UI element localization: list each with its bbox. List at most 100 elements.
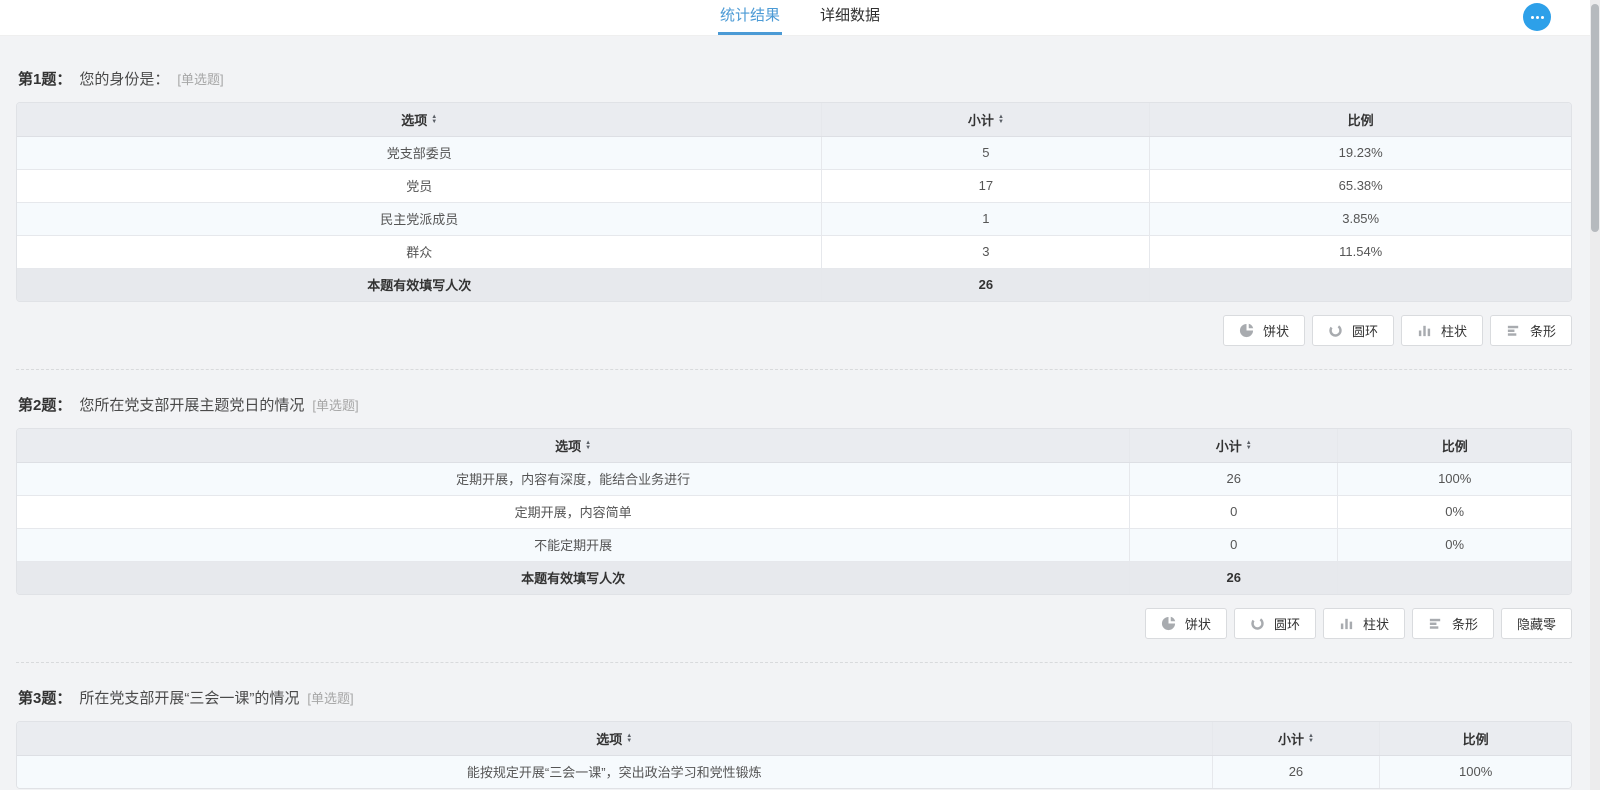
ring-chart-button[interactable]: 圆环 bbox=[1234, 608, 1316, 639]
more-ellipsis-icon bbox=[1531, 16, 1534, 19]
question-text: 所在党支部开展“三会一课”的情况 bbox=[79, 690, 299, 707]
hbar-chart-button[interactable]: 条形 bbox=[1412, 608, 1494, 639]
ring-icon bbox=[1250, 616, 1265, 631]
column-header-option[interactable]: 选项▲▼ bbox=[17, 103, 822, 136]
ring-chart-button[interactable]: 圆环 bbox=[1312, 315, 1394, 346]
subtotal-cell: 3 bbox=[822, 235, 1150, 268]
ratio-cell: 100% bbox=[1338, 462, 1571, 495]
chart-type-buttons: 饼状 圆环 柱状 条形 bbox=[16, 315, 1572, 346]
column-icon bbox=[1339, 616, 1354, 631]
column-chart-button[interactable]: 柱状 bbox=[1323, 608, 1405, 639]
question-text: 您的身份是： bbox=[79, 71, 169, 88]
total-label: 本题有效填写人次 bbox=[17, 268, 822, 301]
question-type-tag: [单选题] bbox=[177, 72, 223, 87]
question-title: 第3题： 所在党支部开展“三会一课”的情况 [单选题] bbox=[16, 687, 1572, 708]
question-type-tag: [单选题] bbox=[307, 691, 353, 706]
hide-zero-button[interactable]: 隐藏零 bbox=[1501, 608, 1572, 639]
option-cell: 党支部委员 bbox=[17, 136, 822, 169]
hbar-icon bbox=[1506, 323, 1521, 338]
scrollbar-thumb[interactable] bbox=[1591, 4, 1599, 232]
table-header-row: 选项▲▼ 小计▲▼ 比例 bbox=[17, 722, 1571, 755]
subtotal-cell: 1 bbox=[822, 202, 1150, 235]
ratio-cell: 19.23% bbox=[1150, 136, 1571, 169]
hbar-chart-button[interactable]: 条形 bbox=[1490, 315, 1572, 346]
sort-icon[interactable]: ▲▼ bbox=[626, 734, 632, 744]
option-cell: 定期开展，内容简单 bbox=[17, 495, 1130, 528]
pie-chart-button[interactable]: 饼状 bbox=[1145, 608, 1227, 639]
subtotal-cell: 0 bbox=[1130, 528, 1338, 561]
question-block-3: 第3题： 所在党支部开展“三会一课”的情况 [单选题] 选项▲▼ 小计▲▼ 比例 能… bbox=[16, 663, 1572, 789]
column-icon bbox=[1417, 323, 1432, 338]
table-row: 群众 3 11.54% bbox=[17, 235, 1571, 268]
ratio-cell: 3.85% bbox=[1150, 202, 1571, 235]
tab-statistics[interactable]: 统计结果 bbox=[718, 0, 782, 35]
table-row: 能按规定开展“三会一课”，突出政治学习和党性锻炼 26 100% bbox=[17, 755, 1571, 788]
ratio-cell: 100% bbox=[1380, 755, 1571, 788]
question-title: 第1题： 您的身份是： [单选题] bbox=[16, 68, 1572, 89]
chart-type-buttons: 饼状 圆环 柱状 条形 隐藏零 bbox=[16, 608, 1572, 639]
column-header-subtotal[interactable]: 小计▲▼ bbox=[1212, 722, 1380, 755]
column-header-ratio: 比例 bbox=[1150, 103, 1571, 136]
table-row: 党员 17 65.38% bbox=[17, 169, 1571, 202]
tab-detailed-data[interactable]: 详细数据 bbox=[818, 0, 882, 35]
question-number: 第2题： bbox=[18, 397, 71, 414]
option-cell: 能按规定开展“三会一课”，突出政治学习和党性锻炼 bbox=[17, 755, 1212, 788]
question-block-1: 第1题： 您的身份是： [单选题] 选项▲▼ 小计▲▼ 比例 党支部委员 5 19.… bbox=[16, 36, 1572, 370]
sort-icon[interactable]: ▲▼ bbox=[1308, 734, 1314, 744]
subtotal-cell: 26 bbox=[1212, 755, 1380, 788]
tab-bar: 统计结果 详细数据 bbox=[0, 0, 1600, 36]
option-cell: 不能定期开展 bbox=[17, 528, 1130, 561]
option-cell: 民主党派成员 bbox=[17, 202, 822, 235]
subtotal-cell: 0 bbox=[1130, 495, 1338, 528]
option-cell: 定期开展，内容有深度，能结合业务进行 bbox=[17, 462, 1130, 495]
results-content: 第1题： 您的身份是： [单选题] 选项▲▼ 小计▲▼ 比例 党支部委员 5 19.… bbox=[0, 36, 1600, 789]
subtotal-cell: 17 bbox=[822, 169, 1150, 202]
table-row: 民主党派成员 1 3.85% bbox=[17, 202, 1571, 235]
total-value: 26 bbox=[822, 268, 1150, 301]
question-block-2: 第2题： 您所在党支部开展主题党日的情况 [单选题] 选项▲▼ 小计▲▼ 比例 定期… bbox=[16, 370, 1572, 663]
ratio-cell: 65.38% bbox=[1150, 169, 1571, 202]
column-header-option[interactable]: 选项▲▼ bbox=[17, 429, 1130, 462]
question-text: 您所在党支部开展主题党日的情况 bbox=[79, 397, 304, 414]
table-row: 定期开展，内容有深度，能结合业务进行 26 100% bbox=[17, 462, 1571, 495]
question-title: 第2题： 您所在党支部开展主题党日的情况 [单选题] bbox=[16, 394, 1572, 415]
subtotal-cell: 5 bbox=[822, 136, 1150, 169]
column-header-subtotal[interactable]: 小计▲▼ bbox=[1130, 429, 1338, 462]
total-value: 26 bbox=[1130, 561, 1338, 594]
sort-icon[interactable]: ▲▼ bbox=[585, 441, 591, 451]
column-header-subtotal[interactable]: 小计▲▼ bbox=[822, 103, 1150, 136]
table-row: 党支部委员 5 19.23% bbox=[17, 136, 1571, 169]
scrollbar-track bbox=[1590, 0, 1600, 790]
total-label: 本题有效填写人次 bbox=[17, 561, 1130, 594]
table-row: 不能定期开展 0 0% bbox=[17, 528, 1571, 561]
question-type-tag: [单选题] bbox=[312, 398, 358, 413]
pie-chart-button[interactable]: 饼状 bbox=[1223, 315, 1305, 346]
hbar-icon bbox=[1428, 616, 1443, 631]
question-number: 第3题： bbox=[18, 690, 71, 707]
stats-table: 选项▲▼ 小计▲▼ 比例 党支部委员 5 19.23% 党员 17 65.38% bbox=[16, 102, 1572, 302]
sort-icon[interactable]: ▲▼ bbox=[1246, 441, 1252, 451]
table-header-row: 选项▲▼ 小计▲▼ 比例 bbox=[17, 429, 1571, 462]
more-actions-button[interactable] bbox=[1523, 3, 1551, 31]
column-header-ratio: 比例 bbox=[1338, 429, 1571, 462]
sort-icon[interactable]: ▲▼ bbox=[998, 115, 1004, 125]
sort-icon[interactable]: ▲▼ bbox=[431, 115, 437, 125]
stats-table: 选项▲▼ 小计▲▼ 比例 定期开展，内容有深度，能结合业务进行 26 100% … bbox=[16, 428, 1572, 595]
ratio-cell: 11.54% bbox=[1150, 235, 1571, 268]
ratio-cell: 0% bbox=[1338, 495, 1571, 528]
option-cell: 群众 bbox=[17, 235, 822, 268]
ring-icon bbox=[1328, 323, 1343, 338]
subtotal-cell: 26 bbox=[1130, 462, 1338, 495]
question-number: 第1题： bbox=[18, 71, 71, 88]
column-header-ratio: 比例 bbox=[1380, 722, 1571, 755]
table-row: 定期开展，内容简单 0 0% bbox=[17, 495, 1571, 528]
table-header-row: 选项▲▼ 小计▲▼ 比例 bbox=[17, 103, 1571, 136]
option-cell: 党员 bbox=[17, 169, 822, 202]
pie-icon bbox=[1161, 616, 1176, 631]
ratio-cell: 0% bbox=[1338, 528, 1571, 561]
pie-icon bbox=[1239, 323, 1254, 338]
column-header-option[interactable]: 选项▲▼ bbox=[17, 722, 1212, 755]
stats-table: 选项▲▼ 小计▲▼ 比例 能按规定开展“三会一课”，突出政治学习和党性锻炼 26… bbox=[16, 721, 1572, 789]
column-chart-button[interactable]: 柱状 bbox=[1401, 315, 1483, 346]
total-row: 本题有效填写人次 26 bbox=[17, 561, 1571, 594]
